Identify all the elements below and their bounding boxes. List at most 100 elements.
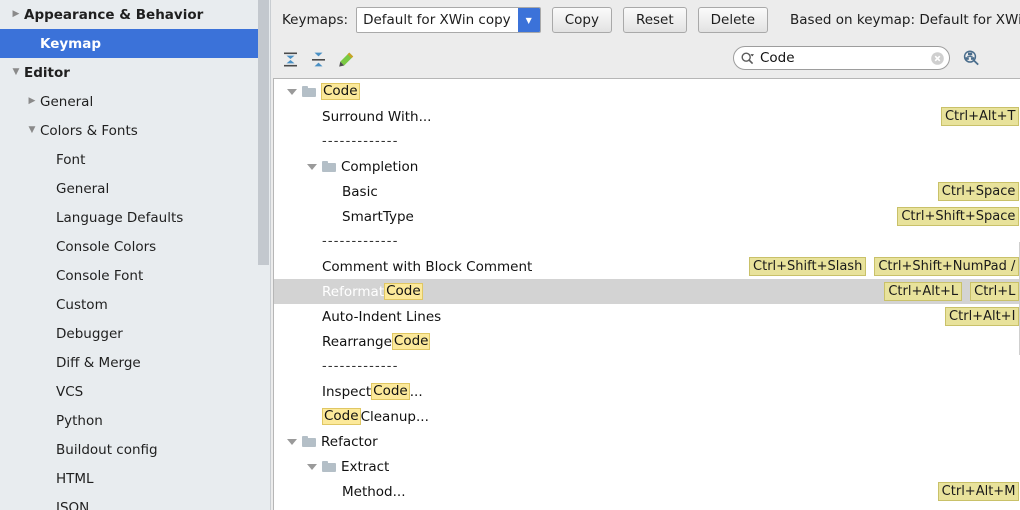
sidebar-item-label: Appearance & Behavior	[24, 6, 204, 23]
sidebar-item-custom[interactable]: Custom	[0, 290, 271, 319]
search-input-value: Code	[760, 50, 795, 66]
chevron-down-icon[interactable]	[306, 461, 317, 472]
tree-row[interactable]: Method... Ctrl+Alt+M	[274, 479, 1020, 504]
copy-button[interactable]: Copy	[551, 7, 612, 33]
sidebar-item-buildout-config[interactable]: Buildout config	[0, 435, 271, 464]
tree-row[interactable]: Code	[274, 79, 1020, 104]
actions-tree[interactable]: Code Surround With... Ctrl+Alt+T ----------…	[274, 79, 1020, 510]
sidebar-item-font[interactable]: Font	[0, 145, 271, 174]
tree-row[interactable]: Refactor	[274, 429, 1020, 454]
tree-row[interactable]: Reformat Code Ctrl+Alt+L Ctrl+L	[274, 279, 1020, 304]
shortcut-badge[interactable]: Ctrl+Alt+L	[884, 282, 963, 301]
tree-separator-row: -------------	[274, 129, 1020, 154]
sidebar-item-label: General	[56, 180, 110, 197]
sidebar-item-language-defaults[interactable]: Language Defaults	[0, 203, 271, 232]
sidebar-item-diff-merge[interactable]: Diff & Merge	[0, 348, 271, 377]
shortcut-badge[interactable]: Ctrl+Space	[937, 182, 1020, 201]
tree-row[interactable]: Rearrange Code	[274, 329, 1020, 354]
tree-row[interactable]: Basic Ctrl+Space	[274, 179, 1020, 204]
sidebar-item-console-font[interactable]: Console Font	[0, 261, 271, 290]
tree-row-label: Rearrange Code	[306, 333, 431, 350]
tree-row-text: Cleanup...	[360, 408, 429, 425]
sidebar-item-debugger[interactable]: Debugger	[0, 319, 271, 348]
sidebar-item-python[interactable]: Python	[0, 406, 271, 435]
sidebar-item-label: HTML	[56, 470, 94, 487]
edit-pencil-icon[interactable]	[333, 47, 359, 71]
keymap-select-value: Default for XWin copy	[357, 8, 518, 32]
chevron-down-icon[interactable]: ▼	[8, 68, 24, 77]
tree-separator-row: -------------	[274, 354, 1020, 379]
sidebar-item-general[interactable]: ▶ General	[0, 87, 271, 116]
sidebar-item-general[interactable]: General	[0, 174, 271, 203]
sidebar-tree[interactable]: ▶ Appearance & Behavior Keymap ▼ Editor ▶ Gen…	[0, 0, 271, 510]
chevron-right-icon[interactable]: ▶	[8, 10, 24, 19]
chevron-down-icon[interactable]: ▼	[24, 126, 40, 135]
shortcut-badge[interactable]: Ctrl+L	[970, 282, 1020, 301]
shortcut-list: Ctrl+Alt+L Ctrl+L	[884, 282, 1020, 301]
sidebar-item-appearance-behavior[interactable]: ▶ Appearance & Behavior	[0, 0, 271, 29]
sidebar-scrollbar-track[interactable]	[258, 0, 270, 510]
sidebar-item-json[interactable]: JSON	[0, 493, 271, 510]
reset-button[interactable]: Reset	[622, 7, 687, 33]
search-match-highlight: Code	[384, 283, 423, 300]
search-input[interactable]: Code	[733, 46, 950, 70]
collapse-all-icon[interactable]	[305, 47, 331, 71]
tree-row[interactable]: SmartType Ctrl+Shift+Space	[274, 204, 1020, 229]
shortcut-badge[interactable]: Ctrl+Shift+Slash	[749, 257, 867, 276]
tree-row[interactable]: Extract	[274, 454, 1020, 479]
tree-row-label: Reformat Code	[306, 283, 423, 300]
search-match-highlight: Code	[371, 383, 410, 400]
sidebar-item-label: Font	[56, 151, 86, 168]
tree-row[interactable]: Surround With... Ctrl+Alt+T	[274, 104, 1020, 129]
tree-row[interactable]: Auto-Indent Lines Ctrl+Alt+I	[274, 304, 1020, 329]
tree-row-label: -------------	[306, 359, 399, 374]
tree-row-label: Completion	[306, 159, 418, 175]
tree-row-label: Code	[286, 83, 360, 100]
tree-row[interactable]: Inspect Code...	[274, 379, 1020, 404]
sidebar-item-label: VCS	[56, 383, 84, 400]
sidebar-item-label: Buildout config	[56, 441, 158, 458]
chevron-down-icon[interactable]	[306, 161, 317, 172]
tree-row[interactable]: Completion	[274, 154, 1020, 179]
keymap-select[interactable]: Default for XWin copy ▼	[356, 7, 541, 33]
tree-row-label: Method...	[326, 484, 406, 500]
chevron-down-icon[interactable]: ▼	[517, 8, 540, 32]
sidebar-item-keymap[interactable]: Keymap	[0, 29, 271, 58]
chevron-down-icon[interactable]	[286, 436, 297, 447]
tree-row-text: Refactor	[321, 433, 378, 450]
tree-toolbar: Code	[271, 40, 1020, 78]
expand-all-icon[interactable]	[277, 47, 303, 71]
sidebar-item-editor[interactable]: ▼ Editor	[0, 58, 271, 87]
shortcut-badge[interactable]: Ctrl+Alt+I	[945, 307, 1020, 326]
sidebar-item-vcs[interactable]: VCS	[0, 377, 271, 406]
sidebar-item-colors-fonts[interactable]: ▼ Colors & Fonts	[0, 116, 271, 145]
chevron-down-icon[interactable]	[286, 86, 297, 97]
shortcut-badge[interactable]: Ctrl+Shift+NumPad /	[874, 257, 1020, 276]
sidebar-item-html[interactable]: HTML	[0, 464, 271, 493]
shortcut-badge[interactable]: Ctrl+Shift+Space	[897, 207, 1020, 226]
tree-row-text: Inspect	[322, 383, 372, 400]
sidebar-item-label: Custom	[56, 296, 108, 313]
shortcut-badge[interactable]: Ctrl+Alt+M	[937, 482, 1020, 501]
chevron-right-icon[interactable]: ▶	[24, 97, 40, 106]
tree-row[interactable]: Code Cleanup...	[274, 404, 1020, 429]
sidebar-item-label: Editor	[24, 64, 70, 81]
shortcut-badge[interactable]: Ctrl+Alt+T	[940, 107, 1020, 126]
sidebar-scrollbar-thumb[interactable]	[258, 0, 269, 265]
tree-row-text: Extract	[341, 458, 390, 475]
folder-icon	[302, 86, 316, 97]
delete-button[interactable]: Delete	[697, 7, 769, 33]
keymap-panel: Keymaps: Default for XWin copy ▼ Copy Re…	[271, 0, 1020, 510]
sidebar-item-console-colors[interactable]: Console Colors	[0, 232, 271, 261]
tree-row-label: Extract	[306, 459, 389, 475]
search-match-highlight: Code	[322, 408, 361, 425]
tree-row[interactable]: Comment with Block Comment Ctrl+Shift+Sla…	[274, 254, 1020, 279]
folder-icon	[302, 436, 316, 447]
find-by-shortcut-icon[interactable]	[962, 49, 981, 67]
